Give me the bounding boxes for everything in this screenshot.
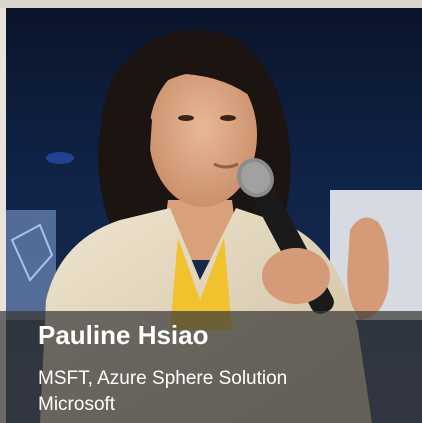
speaker-name: Pauline Hsiao	[38, 320, 209, 350]
speaker-card[interactable]: Pauline Hsiao MSFT, Azure Sphere Solutio…	[0, 0, 422, 423]
speaker-title: MSFT, Azure Sphere Solution	[38, 368, 288, 389]
speaker-company: Microsoft	[38, 394, 116, 415]
